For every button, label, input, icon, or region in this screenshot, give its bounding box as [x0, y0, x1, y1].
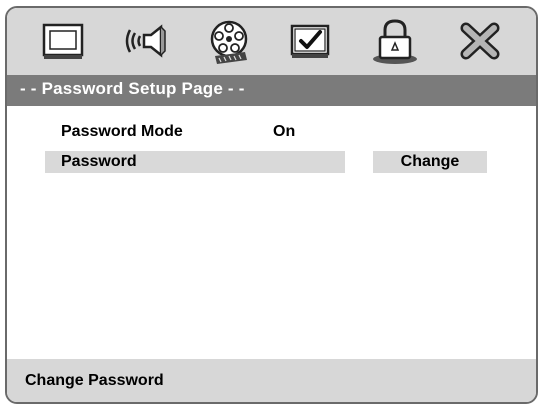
preference-icon[interactable]: [282, 16, 338, 66]
setup-menu-frame: - - Password Setup Page - - Password Mod…: [5, 6, 538, 404]
exit-icon[interactable]: [452, 16, 508, 66]
password-lock-icon[interactable]: [367, 16, 423, 66]
page-title-bar: - - Password Setup Page - -: [7, 75, 536, 106]
video-setup-icon[interactable]: [201, 16, 257, 66]
password-label: Password: [61, 153, 137, 170]
change-button[interactable]: Change: [373, 151, 487, 173]
password-row[interactable]: Password: [45, 151, 345, 173]
icon-bar: [7, 8, 536, 75]
password-mode-label[interactable]: Password Mode: [61, 123, 183, 141]
general-setup-icon[interactable]: [36, 16, 92, 66]
page-title: - - Password Setup Page - -: [20, 79, 245, 98]
audio-setup-icon[interactable]: [118, 16, 174, 66]
status-bar: Change Password: [7, 359, 536, 402]
status-text: Change Password: [25, 372, 164, 389]
password-mode-value: On: [273, 123, 296, 140]
